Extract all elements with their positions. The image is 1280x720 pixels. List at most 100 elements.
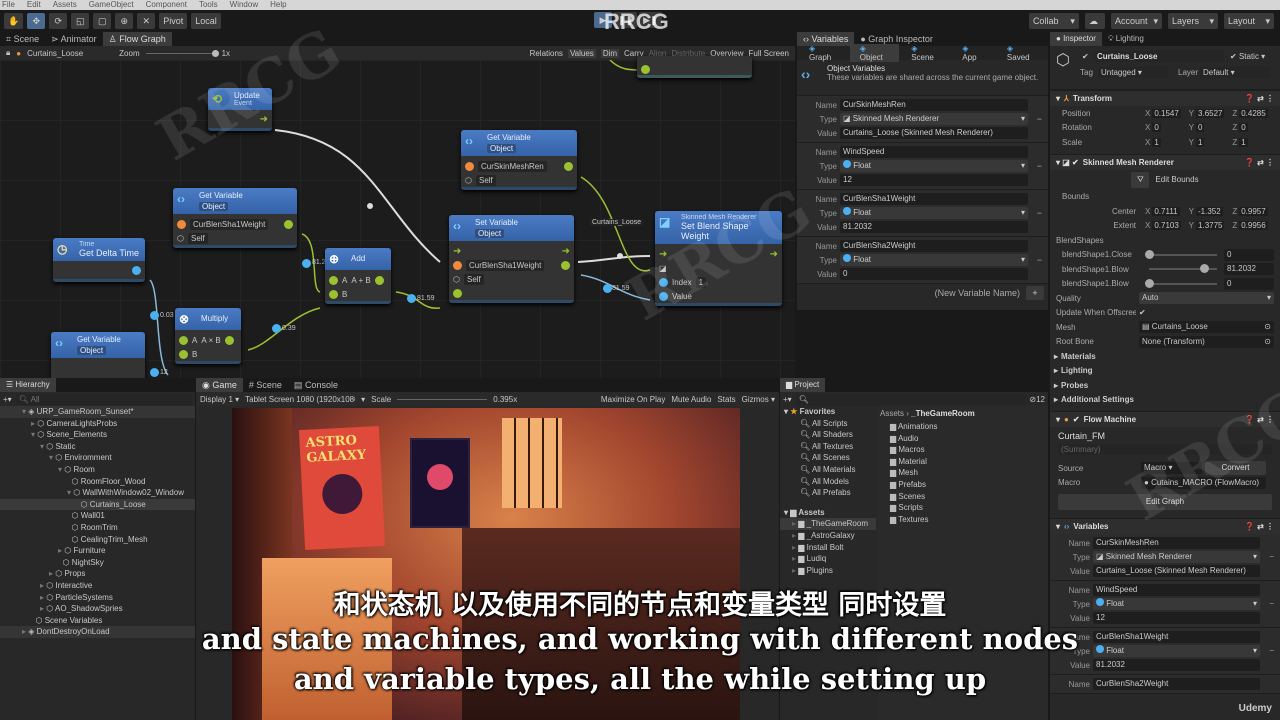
cloud-icon[interactable]: ☁	[1084, 13, 1105, 29]
tab-game[interactable]: ◉ Game	[196, 378, 243, 392]
graph-tool-dim[interactable]: Dim	[600, 48, 620, 58]
assets-foldout[interactable]: ▾ ▆ Assets	[780, 507, 876, 519]
variable-name-field[interactable]: CurSkinMeshRen	[1093, 537, 1260, 549]
remove-variable-button[interactable]: −	[1037, 255, 1042, 265]
remove-variable-button[interactable]: −	[1037, 161, 1042, 171]
z-field[interactable]: 0.4285	[1239, 108, 1268, 118]
move-tool-icon[interactable]: ✥	[27, 13, 46, 29]
x-field[interactable]: 0.7103	[1152, 221, 1181, 231]
hidden-count[interactable]: ⊘12	[1029, 395, 1045, 404]
flow-machine-name[interactable]: Curtain_FM	[1058, 431, 1272, 441]
hierarchy-item[interactable]: ▾ ⬡ WallWithWindow02_Window	[0, 487, 195, 499]
layers-dropdown[interactable]: Layers ▾	[1168, 13, 1218, 29]
breadcrumb-thegameroom[interactable]: _TheGameRoom	[911, 409, 975, 418]
blendshape-slider[interactable]	[1145, 249, 1217, 259]
asset-folder[interactable]: ▸ ▆ Install Bolt	[780, 542, 876, 554]
variable-value-field[interactable]: 0	[840, 268, 1028, 280]
source-dropdown[interactable]: Macro ▾	[1141, 462, 1202, 475]
z-field[interactable]: 0.9956	[1239, 221, 1268, 231]
node-add[interactable]: ⊕ Add AA + B B	[325, 248, 391, 304]
node-partial[interactable]	[637, 56, 752, 78]
favorite-item[interactable]: 🔍︎ All Prefabs	[780, 487, 876, 499]
new-variable-name-input[interactable]: (New Variable Name)	[935, 288, 1020, 298]
variable-value-field[interactable]: Curtains_Loose (Skinned Mesh Renderer)	[840, 127, 1028, 139]
favorite-item[interactable]: 🔍︎ All Materials	[780, 464, 876, 476]
kind-dropdown[interactable]: Object	[77, 346, 107, 355]
mesh-field[interactable]: ▤ Curtains_Loose ⊙	[1139, 321, 1274, 334]
menu-help[interactable]: Help	[270, 0, 286, 10]
x-field[interactable]: 1	[1152, 137, 1161, 147]
foldout-lighting[interactable]: ▸ Lighting	[1050, 364, 1280, 379]
local-toggle[interactable]: Local	[191, 13, 221, 29]
remove-variable-button[interactable]: −	[1037, 114, 1042, 124]
custom-tool-icon[interactable]: ✕	[137, 13, 156, 29]
maximize-on-play-toggle[interactable]: Maximize On Play	[601, 395, 665, 404]
rect-tool-icon[interactable]: ▢	[93, 13, 112, 29]
type-dropdown[interactable]: ◪ Skinned Mesh Renderer ▾	[840, 113, 1028, 125]
y-field[interactable]: -1.352	[1196, 206, 1223, 216]
tag-dropdown[interactable]: Untagged ▾	[1098, 67, 1168, 78]
scale-tool-icon[interactable]: ◱	[71, 13, 90, 29]
menu-component[interactable]: Component	[146, 0, 187, 10]
menu-gameobject[interactable]: GameObject	[89, 0, 134, 10]
node-get-variable-weight[interactable]: ‹› Get Variable Object CurBlenSha1Weight ⬡…	[173, 188, 297, 248]
blendshape-value[interactable]: 0	[1224, 248, 1274, 261]
foldout-materials[interactable]: ▸ Materials	[1050, 349, 1280, 364]
node-update-event[interactable]: ⟲ Update Event ➜	[208, 88, 272, 131]
hand-tool-icon[interactable]: ✋	[4, 13, 24, 29]
tab-flow-graph[interactable]: ♙ Flow Graph	[102, 32, 172, 46]
z-field[interactable]: 0	[1239, 123, 1248, 133]
hierarchy-item[interactable]: ▸ ⬡ CameraLightsProbs	[0, 418, 195, 430]
skinned-mesh-renderer-header[interactable]: ▾ ◪ ✔ Skinned Mesh Renderer ❓ ⇄ ⋮	[1050, 153, 1280, 170]
hierarchy-item[interactable]: ⬡ NightSky	[0, 557, 195, 569]
node-multiply[interactable]: ⊗ Multiply AA × B B	[175, 308, 241, 364]
type-dropdown[interactable]: Float ▾	[840, 254, 1028, 266]
transform-tool-icon[interactable]: ⊕	[115, 13, 134, 29]
convert-button[interactable]: Convert	[1204, 461, 1266, 476]
y-field[interactable]: 1.3775	[1196, 221, 1225, 231]
hierarchy-item[interactable]: ▾ ⬡ Enviromment	[0, 452, 195, 464]
kind-dropdown[interactable]: Object	[487, 144, 517, 153]
folder-item[interactable]: ▆ Animations	[878, 421, 1048, 433]
z-field[interactable]: 1	[1239, 137, 1248, 147]
tab-lighting[interactable]: 💡︎ Lighting	[1102, 32, 1150, 46]
variable-name-field[interactable]: CurBlenSha1Weight	[840, 193, 1028, 205]
tab-scene-view[interactable]: # Scene	[243, 378, 288, 392]
root-bone-field[interactable]: None (Transform) ⊙	[1139, 335, 1274, 348]
blendshape-value[interactable]: 81.2032	[1224, 263, 1274, 276]
z-field[interactable]: 0.9957	[1239, 206, 1268, 216]
tab-scene[interactable]: ⌗ Scene	[0, 32, 45, 46]
favorite-item[interactable]: 🔍︎ All Textures	[780, 441, 876, 453]
flow-out-port[interactable]: ➜	[260, 114, 268, 125]
asset-folder[interactable]: ▸ ▆ _TheGameRoom	[780, 518, 876, 530]
graph-tool-relations[interactable]: Relations	[530, 49, 563, 58]
folder-item[interactable]: ▆ Material	[878, 456, 1048, 468]
resolution-dropdown[interactable]: Tablet Screen 1080 (1920x1080)	[245, 395, 355, 404]
tab-hierarchy[interactable]: ☰ Hierarchy	[0, 378, 56, 392]
project-search[interactable]: 🔍︎	[795, 393, 1026, 405]
node-get-variable-wind[interactable]: ‹› Get Variable Object	[51, 332, 145, 378]
gizmos-dropdown[interactable]: Gizmos ▾	[742, 395, 775, 404]
hierarchy-item[interactable]: ▾ ⬡ Static	[0, 441, 195, 453]
active-checkbox[interactable]: ✔	[1082, 52, 1089, 61]
menu-window[interactable]: Window	[230, 0, 258, 10]
pivot-toggle[interactable]: Pivot	[159, 13, 188, 29]
folder-item[interactable]: ▆ Scripts	[878, 502, 1048, 514]
layer-dropdown[interactable]: Default ▾	[1200, 67, 1270, 78]
index-field[interactable]: 1	[695, 276, 707, 288]
tab-animator[interactable]: ⋗ Animator	[45, 32, 103, 46]
folder-item[interactable]: ▆ Audio	[878, 433, 1048, 445]
kind-dropdown[interactable]: Object	[199, 202, 229, 211]
layout-dropdown[interactable]: Layout ▾	[1224, 13, 1274, 29]
asset-folder[interactable]: ▸ ▆ Plugins	[780, 565, 876, 577]
blendshapes-foldout[interactable]: BlendShapes	[1056, 236, 1136, 245]
y-field[interactable]: 0	[1196, 123, 1205, 133]
hierarchy-item[interactable]: ▸ ⬡ Props	[0, 568, 195, 580]
type-dropdown[interactable]: Float ▾	[840, 160, 1028, 172]
variable-name-field[interactable]: CurSkinMeshRen	[478, 160, 547, 172]
update-offscreen-checkbox[interactable]: ✔	[1139, 308, 1146, 317]
asset-folder[interactable]: ▸ ▆ _AstroGalaxy	[780, 530, 876, 542]
collab-dropdown[interactable]: Collab ▾	[1028, 13, 1079, 29]
folder-item[interactable]: ▆ Textures	[878, 514, 1048, 526]
folder-item[interactable]: ▆ Macros	[878, 444, 1048, 456]
